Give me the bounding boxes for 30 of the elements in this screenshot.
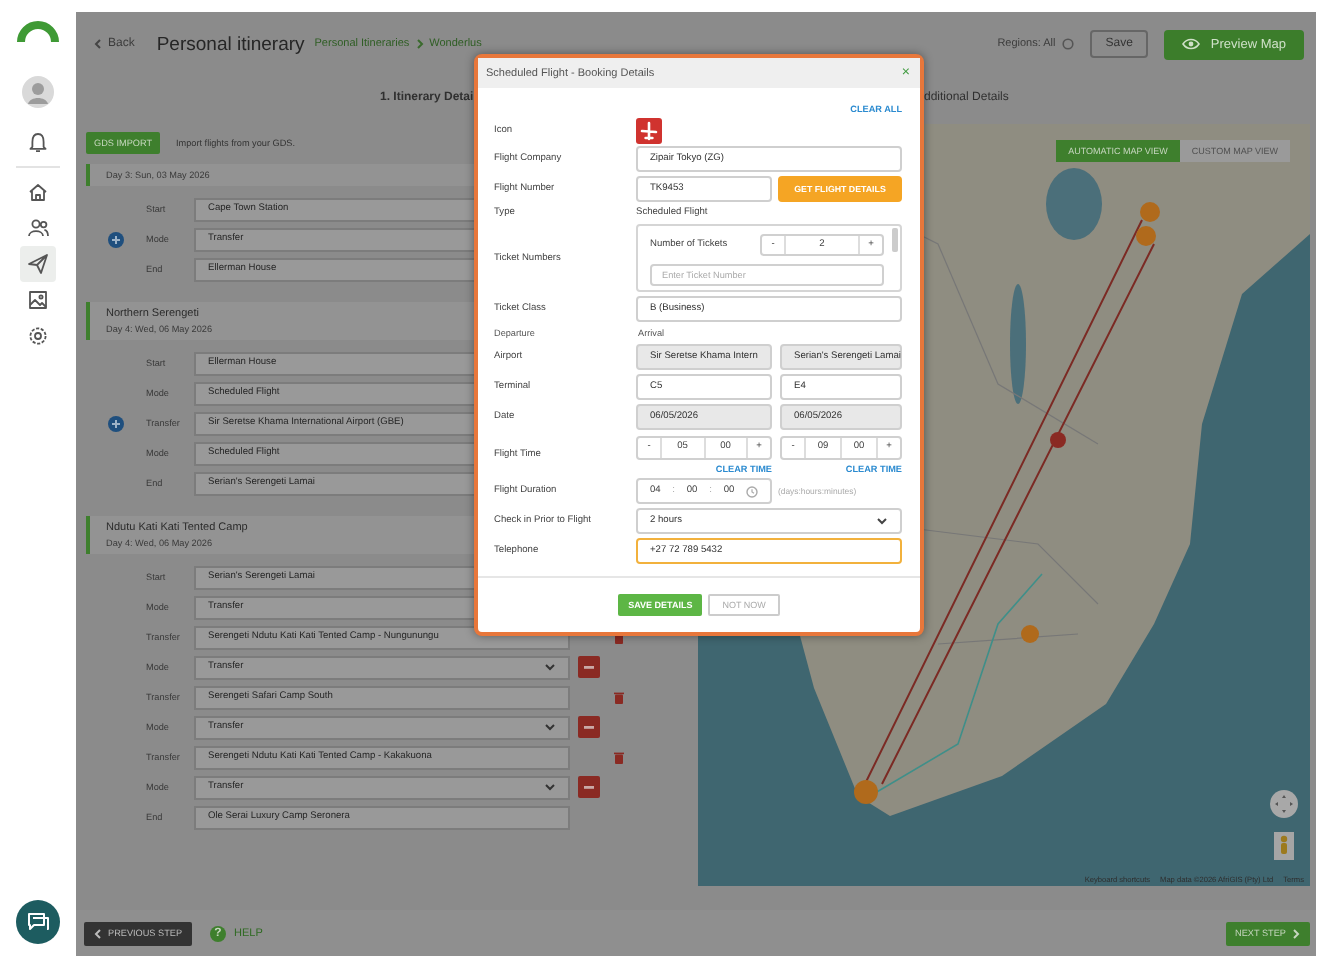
chevron-down-icon	[544, 722, 556, 732]
chat-icon[interactable]	[16, 900, 60, 944]
plane-icon[interactable]	[636, 117, 662, 143]
chevron-down-icon	[544, 782, 556, 792]
clock-icon	[746, 485, 759, 497]
image-icon	[26, 288, 50, 312]
mode-button[interactable]	[578, 716, 600, 738]
chevron-right-icon	[415, 38, 424, 50]
mode-button[interactable]	[578, 656, 600, 678]
eye-icon	[1182, 38, 1201, 50]
scrollbar[interactable]	[892, 228, 898, 252]
chevron-left-icon	[94, 38, 102, 50]
page-title: Personal itinerary	[156, 33, 305, 55]
nav-item[interactable]	[20, 246, 56, 282]
chevron-left-icon	[94, 927, 102, 939]
mode-button[interactable]	[578, 776, 600, 798]
send-icon	[26, 252, 50, 276]
chevron-down-icon	[544, 662, 556, 672]
arch-logo	[16, 18, 60, 42]
people-icon	[26, 216, 50, 240]
plus-icon[interactable]	[108, 231, 124, 247]
plus-icon[interactable]	[108, 415, 124, 431]
avatar-icon	[22, 76, 54, 108]
map-control-button[interactable]	[1270, 790, 1298, 818]
home-icon	[26, 180, 50, 204]
settings-icon	[26, 324, 50, 348]
chevron-down-icon	[876, 516, 888, 526]
chevron-right-icon	[1292, 927, 1300, 939]
bell-icon	[26, 130, 50, 154]
circle-icon	[1061, 38, 1074, 50]
